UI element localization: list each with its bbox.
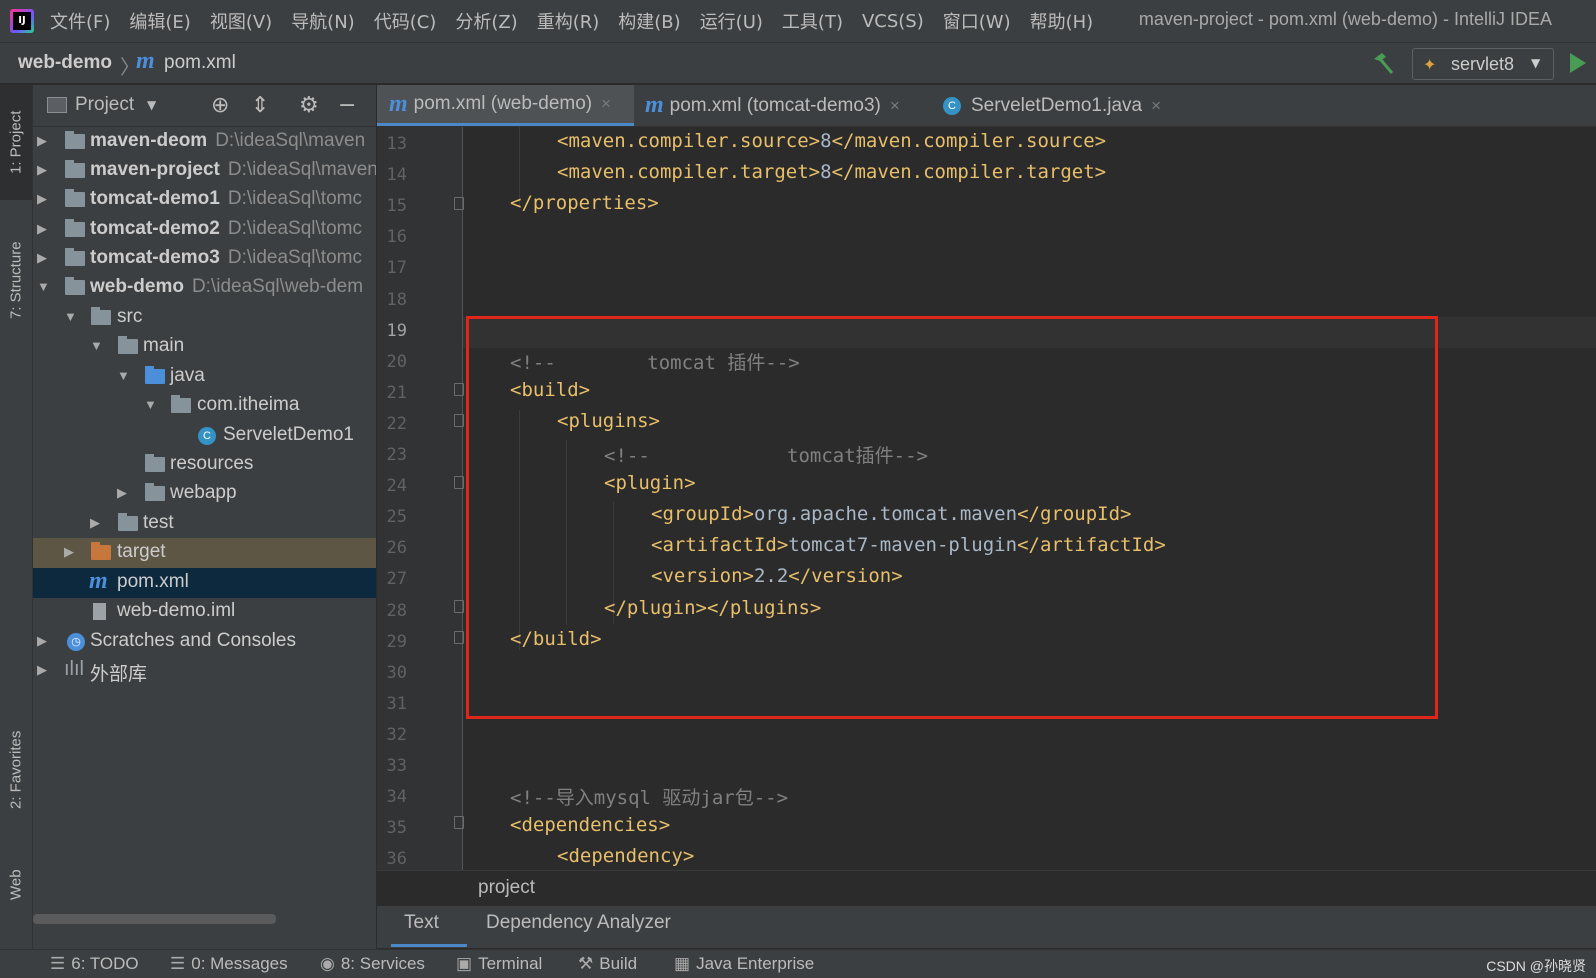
bottom-tool-bar: ☰ 6: TODO ☰ 0: Messages ◉ 8: Services ▣ Term… bbox=[0, 949, 1596, 978]
line-number: 22 bbox=[386, 413, 407, 434]
code-tag: <dependencies> bbox=[510, 814, 671, 837]
code-tag: <maven.compiler.target> bbox=[557, 161, 821, 184]
line-number: 16 bbox=[386, 227, 407, 248]
fold-marker-icon[interactable] bbox=[454, 197, 464, 210]
code-text: 8 bbox=[820, 161, 832, 184]
line-number: 32 bbox=[386, 724, 407, 745]
line-number: 23 bbox=[386, 445, 407, 465]
line-number: 28 bbox=[386, 600, 407, 621]
line-number: 19 bbox=[386, 320, 407, 341]
code-tag: <maven.compiler.source> bbox=[557, 130, 821, 152]
code-tag: </maven.compiler.source> bbox=[831, 130, 1107, 152]
fold-marker-icon[interactable] bbox=[454, 476, 464, 489]
line-number: 24 bbox=[386, 476, 407, 497]
active-tab-indicator bbox=[391, 944, 467, 947]
tool-services[interactable]: ◉ 8: Services bbox=[320, 954, 425, 974]
tool-label: 0: Messages bbox=[191, 954, 288, 973]
tool-messages[interactable]: ☰ 0: Messages bbox=[170, 954, 288, 974]
code-line: <!--导入mysql 驱动jar包--> bbox=[510, 783, 788, 810]
line-number: 18 bbox=[386, 289, 407, 310]
messages-icon: ☰ bbox=[170, 954, 186, 973]
line-number: 31 bbox=[386, 693, 407, 714]
todo-icon: ☰ bbox=[50, 954, 66, 973]
line-number: 27 bbox=[386, 569, 407, 590]
line-number: 33 bbox=[386, 756, 407, 776]
code-line: <dependency> bbox=[557, 845, 694, 867]
tool-label: 8: Services bbox=[340, 954, 425, 973]
line-number: 26 bbox=[386, 538, 407, 559]
tool-java-enterprise[interactable]: ▦ Java Enterprise bbox=[674, 954, 814, 974]
tool-label: 6: TODO bbox=[71, 954, 139, 973]
tool-label: Build bbox=[599, 954, 638, 973]
line-number: 21 bbox=[386, 382, 407, 403]
tab-text[interactable]: Text bbox=[404, 912, 439, 934]
fold-marker-icon[interactable] bbox=[454, 383, 464, 396]
code-tag: </maven.compiler.target> bbox=[831, 161, 1107, 184]
line-number: 15 bbox=[386, 196, 407, 217]
fold-marker-icon[interactable] bbox=[454, 816, 464, 829]
code-comment: <!--导入mysql 驱动jar包--> bbox=[510, 787, 789, 810]
line-number: 17 bbox=[386, 258, 407, 279]
line-number: 34 bbox=[386, 787, 407, 808]
tool-todo[interactable]: ☰ 6: TODO bbox=[50, 954, 139, 974]
hammer-icon: ⚒ bbox=[578, 954, 594, 973]
code-line: <maven.compiler.source>8</maven.compiler… bbox=[557, 130, 1106, 152]
line-number: 13 bbox=[386, 134, 407, 154]
fold-marker-icon[interactable] bbox=[454, 414, 464, 427]
code-line: </properties> bbox=[510, 192, 659, 214]
fold-marker-icon[interactable] bbox=[454, 600, 464, 613]
code-line: <maven.compiler.target>8</maven.compiler… bbox=[557, 161, 1106, 183]
line-number: 29 bbox=[386, 631, 407, 652]
line-number: 36 bbox=[386, 849, 407, 870]
terminal-icon: ▣ bbox=[456, 954, 473, 973]
tool-terminal[interactable]: ▣ Terminal bbox=[456, 954, 542, 974]
code-tag: <dependency> bbox=[557, 845, 695, 868]
line-number: 14 bbox=[386, 165, 407, 186]
xml-breadcrumb[interactable]: project bbox=[478, 877, 535, 899]
code-text: 8 bbox=[820, 130, 832, 152]
horizontal-scrollbar[interactable] bbox=[33, 914, 276, 924]
code-line: <dependencies> bbox=[510, 814, 670, 836]
tool-label: Terminal bbox=[478, 954, 543, 973]
line-number: 25 bbox=[386, 507, 407, 528]
line-number: 35 bbox=[386, 818, 407, 839]
editor-breadcrumb-bar: project bbox=[377, 870, 1596, 907]
line-number: 30 bbox=[386, 662, 407, 683]
code-tag: </properties> bbox=[510, 192, 659, 215]
editor-mode-tabs: Text Dependency Analyzer bbox=[377, 906, 1596, 948]
services-icon: ◉ bbox=[320, 954, 335, 973]
tab-dependency-analyzer[interactable]: Dependency Analyzer bbox=[486, 912, 671, 934]
fold-marker-icon[interactable] bbox=[454, 631, 464, 644]
annotation-highlight-box bbox=[466, 316, 1438, 719]
tool-build[interactable]: ⚒ Build bbox=[578, 954, 637, 974]
tool-label: Java Enterprise bbox=[696, 954, 815, 973]
line-number: 20 bbox=[386, 351, 407, 372]
watermark: CSDN @孙晓贤 bbox=[1486, 958, 1586, 974]
java-enterprise-icon: ▦ bbox=[674, 954, 691, 973]
